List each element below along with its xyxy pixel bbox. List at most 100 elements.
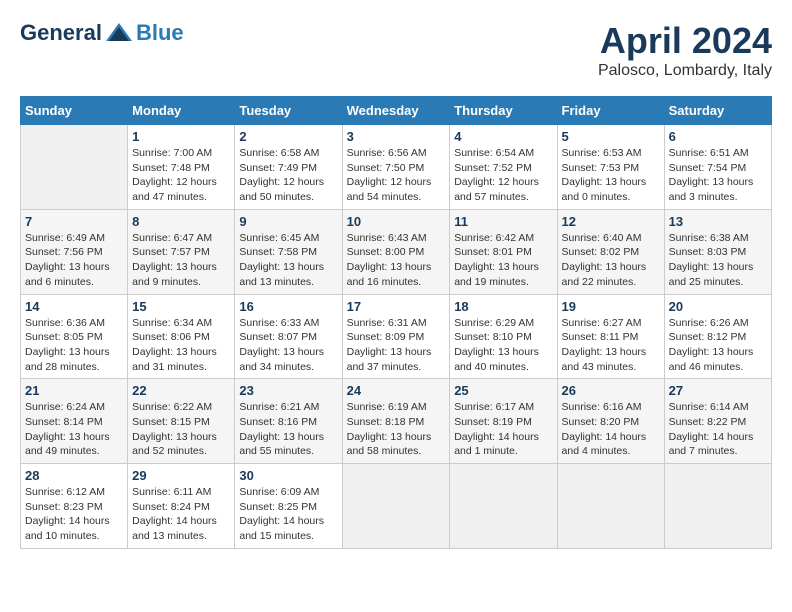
day-number: 20 — [669, 299, 767, 314]
day-info: Sunrise: 6:56 AM Sunset: 7:50 PM Dayligh… — [347, 146, 446, 205]
calendar-cell: 2 Sunrise: 6:58 AM Sunset: 7:49 PM Daylig… — [235, 125, 342, 210]
calendar-cell: 15 Sunrise: 6:34 AM Sunset: 8:06 PM Dayli… — [128, 294, 235, 379]
day-info: Sunrise: 6:24 AM Sunset: 8:14 PM Dayligh… — [25, 400, 123, 459]
calendar-cell: 19Sunrise: 6:27 AM Sunset: 8:11 PM Dayli… — [557, 294, 664, 379]
day-info: Sunrise: 6:36 AM Sunset: 8:05 PM Dayligh… — [25, 316, 123, 375]
calendar-cell: 28 Sunrise: 6:12 AM Sunset: 8:23 PM Dayli… — [21, 464, 128, 549]
day-number: 8 — [132, 214, 230, 229]
day-info: Sunrise: 6:54 AM Sunset: 7:52 PM Dayligh… — [454, 146, 552, 205]
calendar-cell: 26 Sunrise: 6:16 AM Sunset: 8:20 PM Dayli… — [557, 379, 664, 464]
header-row: SundayMondayTuesdayWednesdayThursdayFrid… — [21, 97, 772, 125]
day-number: 11 — [454, 214, 552, 229]
day-number: 4 — [454, 129, 552, 144]
day-info: Sunrise: 6:49 AM Sunset: 7:56 PM Dayligh… — [25, 231, 123, 290]
col-header-thursday: Thursday — [450, 97, 557, 125]
day-number: 17 — [347, 299, 446, 314]
day-info: Sunrise: 6:26 AM Sunset: 8:12 PM Dayligh… — [669, 316, 767, 375]
calendar-cell: 4 Sunrise: 6:54 AM Sunset: 7:52 PM Daylig… — [450, 125, 557, 210]
calendar-cell: 18 Sunrise: 6:29 AM Sunset: 8:10 PM Dayli… — [450, 294, 557, 379]
calendar-cell: 23 Sunrise: 6:21 AM Sunset: 8:16 PM Dayli… — [235, 379, 342, 464]
title-block: April 2024 Palosco, Lombardy, Italy — [598, 20, 772, 80]
day-info: Sunrise: 6:09 AM Sunset: 8:25 PM Dayligh… — [239, 485, 337, 544]
day-info: Sunrise: 6:58 AM Sunset: 7:49 PM Dayligh… — [239, 146, 337, 205]
calendar-cell — [342, 464, 450, 549]
calendar-cell: 13Sunrise: 6:38 AM Sunset: 8:03 PM Dayli… — [664, 209, 771, 294]
day-info: Sunrise: 6:12 AM Sunset: 8:23 PM Dayligh… — [25, 485, 123, 544]
day-info: Sunrise: 6:14 AM Sunset: 8:22 PM Dayligh… — [669, 400, 767, 459]
calendar-cell: 12 Sunrise: 6:40 AM Sunset: 8:02 PM Dayli… — [557, 209, 664, 294]
calendar-cell: 29 Sunrise: 6:11 AM Sunset: 8:24 PM Dayli… — [128, 464, 235, 549]
day-number: 28 — [25, 468, 123, 483]
col-header-sunday: Sunday — [21, 97, 128, 125]
calendar-cell — [21, 125, 128, 210]
day-number: 5 — [562, 129, 660, 144]
day-number: 18 — [454, 299, 552, 314]
calendar-cell: 20 Sunrise: 6:26 AM Sunset: 8:12 PM Dayli… — [664, 294, 771, 379]
calendar-cell: 17Sunrise: 6:31 AM Sunset: 8:09 PM Dayli… — [342, 294, 450, 379]
day-number: 6 — [669, 129, 767, 144]
day-number: 24 — [347, 383, 446, 398]
day-number: 3 — [347, 129, 446, 144]
day-number: 22 — [132, 383, 230, 398]
calendar-cell: 11 Sunrise: 6:42 AM Sunset: 8:01 PM Dayli… — [450, 209, 557, 294]
calendar-week-2: 7 Sunrise: 6:49 AM Sunset: 7:56 PM Daylig… — [21, 209, 772, 294]
day-number: 1 — [132, 129, 230, 144]
day-info: Sunrise: 6:42 AM Sunset: 8:01 PM Dayligh… — [454, 231, 552, 290]
day-info: Sunrise: 6:19 AM Sunset: 8:18 PM Dayligh… — [347, 400, 446, 459]
day-info: Sunrise: 6:22 AM Sunset: 8:15 PM Dayligh… — [132, 400, 230, 459]
calendar-table: SundayMondayTuesdayWednesdayThursdayFrid… — [20, 96, 772, 549]
calendar-week-4: 21 Sunrise: 6:24 AM Sunset: 8:14 PM Dayli… — [21, 379, 772, 464]
day-number: 15 — [132, 299, 230, 314]
day-info: Sunrise: 6:34 AM Sunset: 8:06 PM Dayligh… — [132, 316, 230, 375]
day-number: 21 — [25, 383, 123, 398]
calendar-cell: 8 Sunrise: 6:47 AM Sunset: 7:57 PM Daylig… — [128, 209, 235, 294]
day-info: Sunrise: 6:29 AM Sunset: 8:10 PM Dayligh… — [454, 316, 552, 375]
logo-blue-text: Blue — [136, 20, 184, 46]
col-header-wednesday: Wednesday — [342, 97, 450, 125]
day-number: 23 — [239, 383, 337, 398]
page-header: General Blue April 2024 Palosco, Lombard… — [20, 20, 772, 80]
calendar-cell: 22 Sunrise: 6:22 AM Sunset: 8:15 PM Dayli… — [128, 379, 235, 464]
col-header-friday: Friday — [557, 97, 664, 125]
day-info: Sunrise: 6:47 AM Sunset: 7:57 PM Dayligh… — [132, 231, 230, 290]
month-title: April 2024 — [598, 20, 772, 62]
day-number: 26 — [562, 383, 660, 398]
day-number: 27 — [669, 383, 767, 398]
day-number: 12 — [562, 214, 660, 229]
day-info: Sunrise: 6:16 AM Sunset: 8:20 PM Dayligh… — [562, 400, 660, 459]
calendar-cell — [450, 464, 557, 549]
calendar-cell: 21 Sunrise: 6:24 AM Sunset: 8:14 PM Dayli… — [21, 379, 128, 464]
day-info: Sunrise: 6:11 AM Sunset: 8:24 PM Dayligh… — [132, 485, 230, 544]
day-number: 7 — [25, 214, 123, 229]
day-number: 29 — [132, 468, 230, 483]
calendar-cell: 6Sunrise: 6:51 AM Sunset: 7:54 PM Daylig… — [664, 125, 771, 210]
col-header-tuesday: Tuesday — [235, 97, 342, 125]
day-info: Sunrise: 6:21 AM Sunset: 8:16 PM Dayligh… — [239, 400, 337, 459]
calendar-cell: 25Sunrise: 6:17 AM Sunset: 8:19 PM Dayli… — [450, 379, 557, 464]
logo-general-text: General — [20, 20, 102, 46]
calendar-cell: 1Sunrise: 7:00 AM Sunset: 7:48 PM Daylig… — [128, 125, 235, 210]
day-info: Sunrise: 6:33 AM Sunset: 8:07 PM Dayligh… — [239, 316, 337, 375]
calendar-cell: 24 Sunrise: 6:19 AM Sunset: 8:18 PM Dayli… — [342, 379, 450, 464]
day-number: 30 — [239, 468, 337, 483]
calendar-cell: 7 Sunrise: 6:49 AM Sunset: 7:56 PM Daylig… — [21, 209, 128, 294]
day-info: Sunrise: 6:38 AM Sunset: 8:03 PM Dayligh… — [669, 231, 767, 290]
col-header-saturday: Saturday — [664, 97, 771, 125]
calendar-cell: 30 Sunrise: 6:09 AM Sunset: 8:25 PM Dayli… — [235, 464, 342, 549]
calendar-cell: 14 Sunrise: 6:36 AM Sunset: 8:05 PM Dayli… — [21, 294, 128, 379]
day-info: Sunrise: 6:40 AM Sunset: 8:02 PM Dayligh… — [562, 231, 660, 290]
day-number: 19 — [562, 299, 660, 314]
day-number: 2 — [239, 129, 337, 144]
day-number: 9 — [239, 214, 337, 229]
calendar-week-5: 28 Sunrise: 6:12 AM Sunset: 8:23 PM Dayli… — [21, 464, 772, 549]
day-number: 10 — [347, 214, 446, 229]
day-info: Sunrise: 6:45 AM Sunset: 7:58 PM Dayligh… — [239, 231, 337, 290]
calendar-cell — [664, 464, 771, 549]
calendar-cell: 27 Sunrise: 6:14 AM Sunset: 8:22 PM Dayli… — [664, 379, 771, 464]
calendar-cell — [557, 464, 664, 549]
calendar-cell: 9 Sunrise: 6:45 AM Sunset: 7:58 PM Daylig… — [235, 209, 342, 294]
day-info: Sunrise: 6:53 AM Sunset: 7:53 PM Dayligh… — [562, 146, 660, 205]
day-number: 14 — [25, 299, 123, 314]
calendar-cell: 5 Sunrise: 6:53 AM Sunset: 7:53 PM Daylig… — [557, 125, 664, 210]
day-info: Sunrise: 6:17 AM Sunset: 8:19 PM Dayligh… — [454, 400, 552, 459]
